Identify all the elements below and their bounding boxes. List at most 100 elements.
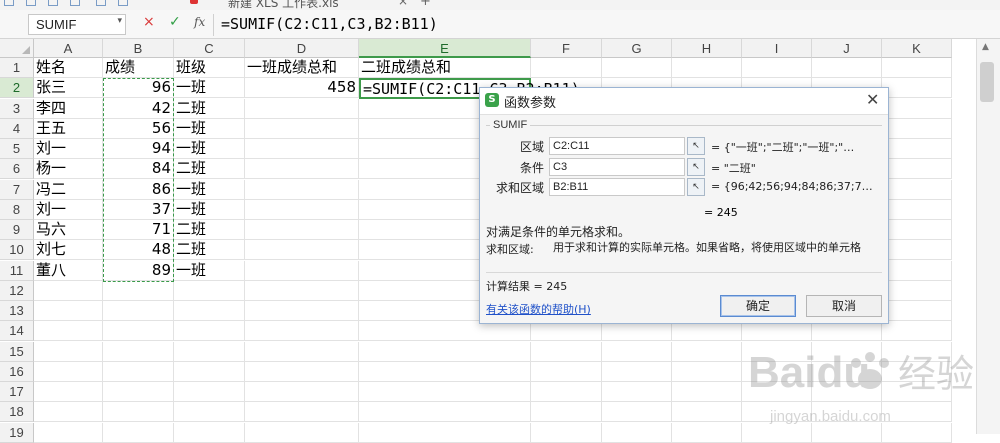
cell[interactable] bbox=[34, 362, 103, 382]
cell[interactable] bbox=[812, 342, 882, 362]
row-header-3[interactable]: 3 bbox=[0, 99, 34, 119]
column-header-i[interactable]: I bbox=[742, 39, 812, 58]
cell-class[interactable]: 一班 bbox=[174, 119, 245, 139]
cell[interactable] bbox=[742, 382, 812, 402]
row-header-8[interactable]: 8 bbox=[0, 200, 34, 220]
row-header-9[interactable]: 9 bbox=[0, 220, 34, 240]
row-header-16[interactable]: 16 bbox=[0, 362, 34, 382]
cell[interactable] bbox=[882, 200, 952, 220]
cell-e1[interactable]: 二班成绩总和 bbox=[359, 58, 531, 78]
cell[interactable] bbox=[882, 402, 952, 422]
row-header-2[interactable]: 2 bbox=[0, 78, 34, 98]
cell-score[interactable]: 37 bbox=[103, 200, 174, 220]
cell[interactable] bbox=[245, 423, 359, 443]
cell[interactable] bbox=[742, 402, 812, 422]
save-icon[interactable] bbox=[48, 0, 58, 6]
cell[interactable] bbox=[812, 321, 882, 341]
cell[interactable] bbox=[103, 423, 174, 443]
cell[interactable] bbox=[882, 220, 952, 240]
cell-class[interactable]: 二班 bbox=[174, 159, 245, 179]
cell[interactable] bbox=[34, 423, 103, 443]
row-header-14[interactable]: 14 bbox=[0, 321, 34, 341]
cell[interactable] bbox=[882, 58, 952, 78]
cell[interactable] bbox=[812, 423, 882, 443]
function-help-link[interactable]: 有关该函数的帮助(H) bbox=[486, 301, 591, 317]
cell[interactable] bbox=[174, 423, 245, 443]
cell[interactable] bbox=[882, 240, 952, 260]
cell[interactable] bbox=[602, 382, 672, 402]
column-header-e[interactable]: E bbox=[359, 39, 531, 58]
cancel-icon[interactable]: × bbox=[143, 14, 155, 30]
cell-name[interactable]: 王五 bbox=[34, 119, 103, 139]
cell-name[interactable]: 刘一 bbox=[34, 139, 103, 159]
scroll-up-icon[interactable]: ▲ bbox=[982, 42, 989, 52]
cell[interactable] bbox=[672, 382, 742, 402]
cell[interactable] bbox=[359, 402, 531, 422]
cell[interactable] bbox=[245, 240, 359, 260]
column-header-k[interactable]: K bbox=[882, 39, 952, 58]
cell[interactable] bbox=[245, 220, 359, 240]
cell-name[interactable]: 刘七 bbox=[34, 240, 103, 260]
cell[interactable] bbox=[245, 261, 359, 281]
row-header-10[interactable]: 10 bbox=[0, 240, 34, 260]
cell[interactable] bbox=[531, 362, 602, 382]
cell-score[interactable]: 96 bbox=[103, 78, 174, 98]
select-all-corner[interactable] bbox=[0, 39, 34, 58]
range-input[interactable]: C2:C11 bbox=[549, 137, 685, 155]
cell[interactable] bbox=[34, 342, 103, 362]
row-header-13[interactable]: 13 bbox=[0, 301, 34, 321]
cell[interactable] bbox=[174, 301, 245, 321]
cell[interactable] bbox=[245, 342, 359, 362]
cancel-button[interactable]: 取消 bbox=[806, 295, 882, 317]
cell[interactable] bbox=[359, 382, 531, 402]
cell[interactable] bbox=[245, 281, 359, 301]
insert-function-icon[interactable]: fx bbox=[194, 15, 205, 29]
cell[interactable] bbox=[602, 362, 672, 382]
cell[interactable] bbox=[34, 321, 103, 341]
cell[interactable] bbox=[672, 362, 742, 382]
cell[interactable] bbox=[174, 402, 245, 422]
cell-score[interactable]: 56 bbox=[103, 119, 174, 139]
cell-class[interactable]: 二班 bbox=[174, 220, 245, 240]
cell-class[interactable]: 一班 bbox=[174, 261, 245, 281]
cell[interactable] bbox=[34, 301, 103, 321]
cell[interactable] bbox=[672, 321, 742, 341]
cell[interactable] bbox=[882, 382, 952, 402]
cell[interactable] bbox=[882, 99, 952, 119]
cell[interactable] bbox=[245, 382, 359, 402]
cell[interactable] bbox=[531, 321, 602, 341]
cell-score[interactable]: 71 bbox=[103, 220, 174, 240]
row-header-11[interactable]: 11 bbox=[0, 261, 34, 281]
cell[interactable] bbox=[174, 362, 245, 382]
cell[interactable] bbox=[245, 402, 359, 422]
column-header-c[interactable]: C bbox=[174, 39, 245, 58]
cell[interactable] bbox=[359, 423, 531, 443]
cell[interactable] bbox=[672, 402, 742, 422]
cell[interactable] bbox=[174, 281, 245, 301]
confirm-icon[interactable]: ✓ bbox=[169, 14, 181, 30]
cell[interactable] bbox=[531, 382, 602, 402]
column-header-d[interactable]: D bbox=[245, 39, 359, 58]
cell[interactable] bbox=[742, 423, 812, 443]
cell[interactable] bbox=[882, 362, 952, 382]
cell[interactable] bbox=[882, 321, 952, 341]
cell[interactable] bbox=[602, 58, 672, 78]
cell-class[interactable]: 二班 bbox=[174, 99, 245, 119]
cell[interactable] bbox=[359, 321, 531, 341]
row-header-6[interactable]: 6 bbox=[0, 159, 34, 179]
cell[interactable] bbox=[882, 261, 952, 281]
collapse-dialog-icon[interactable]: ↖ bbox=[687, 178, 705, 196]
column-header-b[interactable]: B bbox=[103, 39, 174, 58]
cell[interactable] bbox=[812, 362, 882, 382]
name-box[interactable]: SUMIF ▾ bbox=[28, 14, 126, 35]
scrollbar-thumb[interactable] bbox=[980, 62, 994, 102]
cell[interactable] bbox=[359, 342, 531, 362]
criteria-input[interactable]: C3 bbox=[549, 158, 685, 176]
cell-score[interactable]: 42 bbox=[103, 99, 174, 119]
cell-name[interactable]: 李四 bbox=[34, 99, 103, 119]
cell[interactable] bbox=[174, 321, 245, 341]
cell-name[interactable]: 杨一 bbox=[34, 159, 103, 179]
column-header-j[interactable]: J bbox=[812, 39, 882, 58]
cell[interactable] bbox=[531, 342, 602, 362]
collapse-dialog-icon[interactable]: ↖ bbox=[687, 158, 705, 176]
